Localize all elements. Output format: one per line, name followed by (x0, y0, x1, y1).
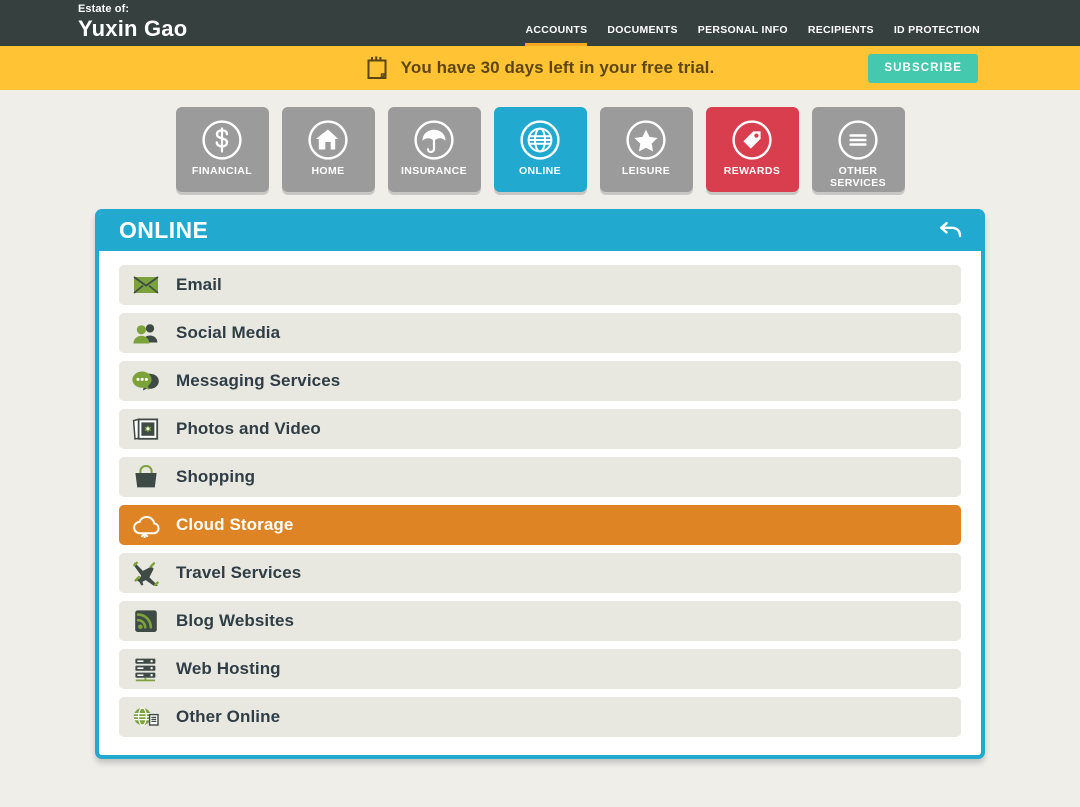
estate-of-label: Estate of: (78, 2, 187, 16)
nav-item-documents[interactable]: DOCUMENTS (607, 24, 677, 47)
list-item[interactable]: Social Media (119, 313, 961, 353)
globe-page-icon (131, 704, 161, 730)
list-item[interactable]: Web Hosting (119, 649, 961, 689)
list-item-label: Blog Websites (176, 611, 294, 631)
tile-label: FINANCIAL (192, 166, 252, 178)
tile-other-services[interactable]: OTHER SERVICES (812, 107, 905, 192)
list-item[interactable]: Messaging Services (119, 361, 961, 401)
trial-message: You have 30 days left in your free trial… (401, 58, 715, 78)
tile-home[interactable]: HOME (282, 107, 375, 192)
subscribe-button[interactable]: SUBSCRIBE (868, 54, 978, 83)
globe-circle-icon (518, 118, 562, 162)
list-item[interactable]: Email (119, 265, 961, 305)
list-item-label: Travel Services (176, 563, 301, 583)
back-arrow-icon[interactable] (937, 219, 963, 241)
top-header-bar: Estate of: Yuxin Gao ACCOUNTS DOCUMENTS PE… (0, 0, 1080, 46)
panel-item-list: Email Social Media Messaging Services Photo… (99, 251, 981, 755)
list-item[interactable]: Travel Services (119, 553, 961, 593)
free-trial-banner: You have 30 days left in your free trial… (0, 46, 1080, 90)
estate-owner-name: Yuxin Gao (78, 16, 187, 42)
online-panel: ONLINE Email Social Media Messaging Servic… (95, 209, 985, 759)
tile-label: HOME (311, 166, 344, 178)
photos-icon (131, 416, 161, 442)
list-item[interactable]: Other Online (119, 697, 961, 737)
list-item[interactable]: Photos and Video (119, 409, 961, 449)
airplane-icon (131, 560, 161, 586)
tile-label: ONLINE (519, 166, 561, 178)
people-icon (131, 320, 161, 346)
tile-leisure[interactable]: LEISURE (600, 107, 693, 192)
panel-header: ONLINE (95, 209, 985, 251)
list-item-label: Web Hosting (176, 659, 281, 679)
list-item-label: Shopping (176, 467, 255, 487)
nav-item-recipients[interactable]: RECIPIENTS (808, 24, 874, 47)
list-item-label: Email (176, 275, 222, 295)
list-item-label: Social Media (176, 323, 280, 343)
home-circle-icon (306, 118, 350, 162)
tile-insurance[interactable]: INSURANCE (388, 107, 481, 192)
cloud-upload-icon (131, 512, 161, 538)
nav-item-accounts[interactable]: ACCOUNTS (525, 24, 587, 47)
list-item-label: Messaging Services (176, 371, 340, 391)
nav-item-personal-info[interactable]: PERSONAL INFO (698, 24, 788, 47)
rss-icon (131, 608, 161, 634)
dollar-circle-icon (200, 118, 244, 162)
list-item[interactable]: Cloud Storage (119, 505, 961, 545)
chat-bubble-icon (131, 368, 161, 394)
menu-circle-icon (836, 118, 880, 162)
tile-online[interactable]: ONLINE (494, 107, 587, 192)
list-item-label: Photos and Video (176, 419, 321, 439)
umbrella-circle-icon (412, 118, 456, 162)
tile-label: INSURANCE (401, 166, 467, 178)
star-circle-icon (624, 118, 668, 162)
nav-item-id-protection[interactable]: ID PROTECTION (894, 24, 980, 47)
tile-label: REWARDS (724, 166, 780, 178)
tile-rewards[interactable]: REWARDS (706, 107, 799, 192)
envelope-icon (131, 272, 161, 298)
tile-label: OTHER SERVICES (812, 166, 905, 189)
brand-block: Estate of: Yuxin Gao (0, 0, 187, 42)
server-icon (131, 656, 161, 682)
tile-label: LEISURE (622, 166, 670, 178)
tile-financial[interactable]: FINANCIAL (176, 107, 269, 192)
list-item[interactable]: Shopping (119, 457, 961, 497)
main-navigation: ACCOUNTS DOCUMENTS PERSONAL INFO RECIPIENTS… (525, 24, 980, 47)
list-item[interactable]: Blog Websites (119, 601, 961, 641)
panel-title: ONLINE (119, 217, 208, 244)
tag-circle-icon (730, 118, 774, 162)
list-item-label: Other Online (176, 707, 280, 727)
shopping-bag-icon (131, 464, 161, 490)
calendar-icon (366, 56, 388, 80)
list-item-label: Cloud Storage (176, 515, 293, 535)
category-tile-row: FINANCIAL HOME INSURANCE ONLINE LEISURE REWAR… (0, 90, 1080, 192)
